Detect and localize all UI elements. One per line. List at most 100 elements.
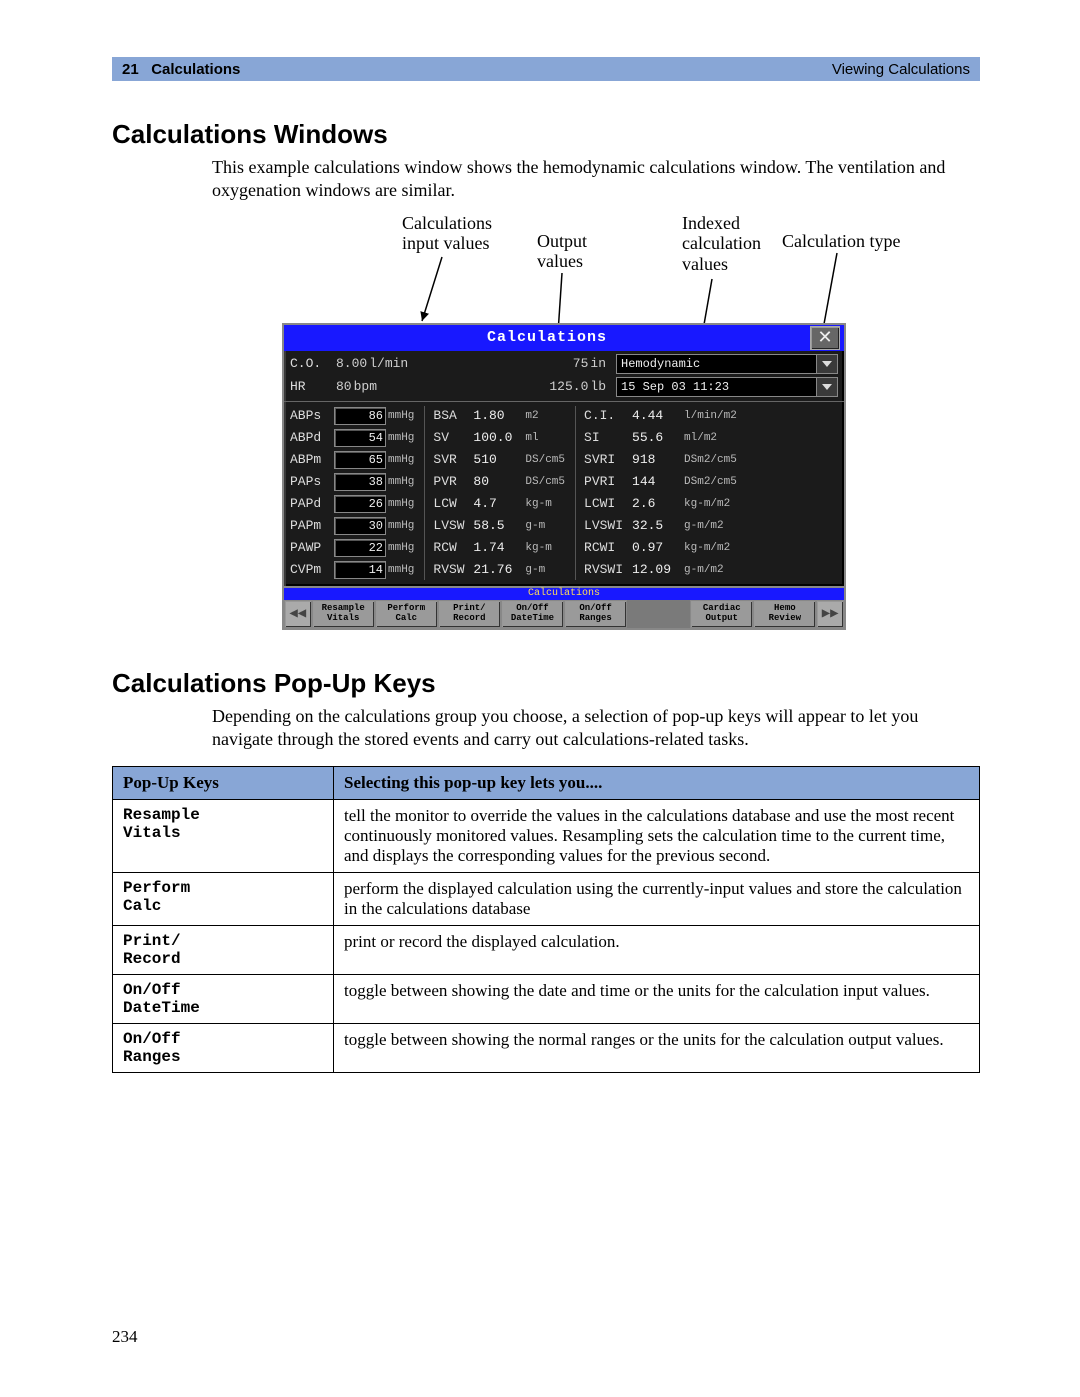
chapter-title: Calculations <box>151 61 240 78</box>
indexed-value: 4.44 <box>632 408 682 423</box>
co-value[interactable]: 8.00 <box>336 356 367 371</box>
table-row: Print/ Recordprint or record the display… <box>113 925 980 974</box>
input-unit: mmHg <box>388 564 414 576</box>
calc-type-dropdown[interactable]: Hemodynamic <box>616 354 838 374</box>
output-label: LCW <box>433 496 473 511</box>
callout-indexed-values: Indexed calculation values <box>682 213 761 275</box>
popup-key[interactable]: HemoReview <box>753 600 816 628</box>
header-left: 21 Calculations <box>122 61 240 78</box>
input-row: ABPd54mmHg <box>290 428 414 448</box>
output-unit: kg-m <box>525 542 551 554</box>
close-button[interactable]: ✕ <box>810 326 840 350</box>
popup-key[interactable]: CardiacOutput <box>690 600 753 628</box>
output-row: BSA1.80m2 <box>433 406 565 426</box>
calculations-window: Calculations ✕ C.O. 8.00 l/min 75 in Hem… <box>282 323 846 588</box>
indexed-label: LVSWI <box>584 518 632 533</box>
hr-value[interactable]: 80 <box>336 379 352 394</box>
input-unit: mmHg <box>388 454 414 466</box>
scroll-right-button[interactable]: ▶▶ <box>816 600 844 628</box>
popup-key-name: On/Off Ranges <box>113 1023 334 1072</box>
table-head-desc: Selecting this pop-up key lets you.... <box>334 766 980 799</box>
calc-type-value: Hemodynamic <box>621 357 700 371</box>
input-row: PAPm30mmHg <box>290 516 414 536</box>
input-label: PAPm <box>290 518 334 533</box>
indexed-unit: kg-m/m2 <box>684 542 730 554</box>
indexed-unit: g-m/m2 <box>684 520 724 532</box>
indexed-row: LCWI2.6kg-m/m2 <box>584 494 737 514</box>
indexed-row: RVSWI12.09g-m/m2 <box>584 560 737 580</box>
input-value[interactable]: 86 <box>334 407 386 425</box>
indexed-unit: DSm2/cm5 <box>684 454 737 466</box>
indexed-label: RVSWI <box>584 562 632 577</box>
callout-calc-type: Calculation type <box>782 231 900 252</box>
indexed-unit: kg-m/m2 <box>684 498 730 510</box>
output-row: RVSW21.76g-m <box>433 560 565 580</box>
hr-unit: bpm <box>354 379 377 394</box>
indexed-value: 918 <box>632 452 682 467</box>
indexed-unit: l/min/m2 <box>684 410 737 422</box>
popup-key-desc: print or record the displayed calculatio… <box>334 925 980 974</box>
input-value[interactable]: 54 <box>334 429 386 447</box>
input-unit: mmHg <box>388 476 414 488</box>
popup-key[interactable]: On/OffDateTime <box>501 600 564 628</box>
popup-key[interactable]: ResampleVitals <box>312 600 375 628</box>
section-heading-popup-keys: Calculations Pop-Up Keys <box>112 668 980 699</box>
indexed-value: 0.97 <box>632 540 682 555</box>
output-unit: g-m <box>525 520 545 532</box>
page-number: 234 <box>112 1327 138 1347</box>
indexed-label: SVRI <box>584 452 632 467</box>
indexed-value: 2.6 <box>632 496 682 511</box>
output-row: LCW4.7kg-m <box>433 494 565 514</box>
chevron-down-icon <box>816 355 837 373</box>
input-row: ABPm65mmHg <box>290 450 414 470</box>
input-label: PAPs <box>290 474 334 489</box>
indexed-value: 144 <box>632 474 682 489</box>
calc-window-title: Calculations <box>284 329 810 346</box>
output-row: LVSW58.5g-m <box>433 516 565 536</box>
output-value: 4.7 <box>473 496 523 511</box>
input-value[interactable]: 14 <box>334 561 386 579</box>
input-value[interactable]: 26 <box>334 495 386 513</box>
input-value[interactable]: 38 <box>334 473 386 491</box>
output-values-column: BSA1.80m2SV100.0mlSVR510DS/cm5PVR80DS/cm… <box>424 406 565 580</box>
table-row: On/Off Rangestoggle between showing the … <box>113 1023 980 1072</box>
callout-output-values: Output values <box>537 231 587 272</box>
datetime-dropdown[interactable]: 15 Sep 03 11:23 <box>616 377 838 397</box>
popup-key-desc: perform the displayed calculation using … <box>334 872 980 925</box>
input-label: ABPs <box>290 408 334 423</box>
popup-key[interactable]: PerformCalc <box>375 600 438 628</box>
output-value: 100.0 <box>473 430 523 445</box>
output-unit: kg-m <box>525 498 551 510</box>
indexed-label: PVRI <box>584 474 632 489</box>
indexed-unit: ml/m2 <box>684 432 717 444</box>
popup-key[interactable]: Print/Record <box>438 600 501 628</box>
indexed-row: RCWI0.97kg-m/m2 <box>584 538 737 558</box>
input-value[interactable]: 30 <box>334 517 386 535</box>
output-row: SVR510DS/cm5 <box>433 450 565 470</box>
scroll-left-button[interactable]: ◀◀ <box>284 600 312 628</box>
weight-value[interactable]: 125.0 <box>549 379 588 394</box>
indexed-label: C.I. <box>584 408 632 423</box>
hr-label: HR <box>290 379 334 394</box>
output-unit: m2 <box>525 410 538 422</box>
popup-key-name: Perform Calc <box>113 872 334 925</box>
popup-key-name: On/Off DateTime <box>113 974 334 1023</box>
section1-para: This example calculations window shows t… <box>112 156 980 203</box>
table-head-keys: Pop-Up Keys <box>113 766 334 799</box>
output-value: 58.5 <box>473 518 523 533</box>
popup-key-name: Print/ Record <box>113 925 334 974</box>
table-row: On/Off DateTimetoggle between showing th… <box>113 974 980 1023</box>
popup-key[interactable]: On/OffRanges <box>564 600 627 628</box>
indexed-label: LCWI <box>584 496 632 511</box>
chevron-down-icon <box>816 378 837 396</box>
height-value[interactable]: 75 <box>573 356 589 371</box>
input-row: PAWP22mmHg <box>290 538 414 558</box>
input-unit: mmHg <box>388 498 414 510</box>
output-unit: DS/cm5 <box>525 454 565 466</box>
indexed-unit: g-m/m2 <box>684 564 724 576</box>
indexed-values-column: C.I.4.44l/min/m2SI55.6ml/m2SVRI918DSm2/c… <box>575 406 737 580</box>
input-row: PAPs38mmHg <box>290 472 414 492</box>
input-row: CVPm14mmHg <box>290 560 414 580</box>
input-value[interactable]: 22 <box>334 539 386 557</box>
input-value[interactable]: 65 <box>334 451 386 469</box>
